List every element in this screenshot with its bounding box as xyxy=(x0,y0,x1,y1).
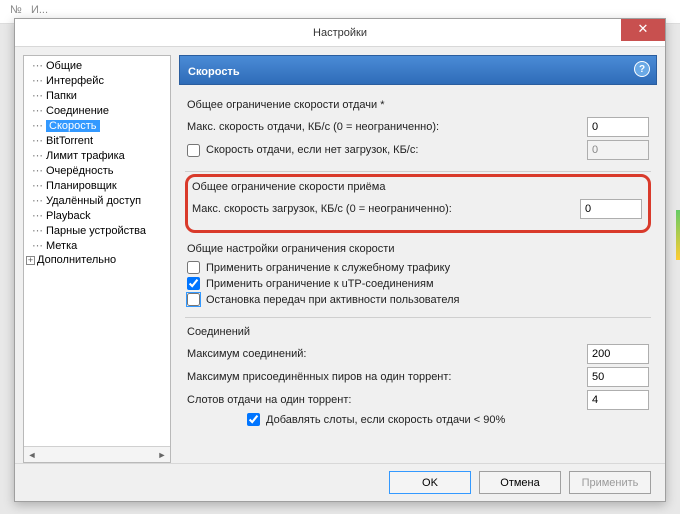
sidebar-item-label: Интерфейс xyxy=(46,75,104,87)
bg-col: № И... xyxy=(0,0,58,20)
sidebar-item-label: Общие xyxy=(46,60,82,72)
tree-dots-icon: ⋯ xyxy=(32,75,44,87)
tree-dots-icon: ⋯ xyxy=(32,105,44,117)
sidebar-item-label: Метка xyxy=(46,240,77,252)
tree-dots-icon: ⋯ xyxy=(32,150,44,162)
sidebar-item-10[interactable]: ⋯Playback xyxy=(24,208,170,223)
sidebar-item-13[interactable]: +Дополнительно xyxy=(24,253,170,267)
tree-dots-icon: ⋯ xyxy=(32,165,44,177)
window-title: Настройки xyxy=(313,27,367,39)
conn-max-input[interactable] xyxy=(587,344,649,364)
group-conn-title: Соединений xyxy=(187,326,649,338)
ok-button[interactable]: OK xyxy=(389,471,471,494)
overhead-label: Применить ограничение к служебному трафи… xyxy=(206,262,450,274)
sidebar-scrollbar[interactable]: ◄ ► xyxy=(24,446,170,462)
upload-alt-checkbox[interactable] xyxy=(187,144,200,157)
sidebar-item-4[interactable]: ⋯Скорость xyxy=(24,118,170,133)
dialog-footer: OK Отмена Применить xyxy=(15,463,665,501)
conn-slots-label: Слотов отдачи на один торрент: xyxy=(187,394,587,406)
group-upload-title: Общее ограничение скорости отдачи * xyxy=(187,99,649,111)
sidebar-item-label: BitTorrent xyxy=(46,135,93,147)
bg-decor xyxy=(676,210,680,260)
sidebar-item-2[interactable]: ⋯Папки xyxy=(24,88,170,103)
sidebar-item-label: Playback xyxy=(46,210,91,222)
tree-dots-icon: ⋯ xyxy=(32,120,44,132)
group-connections: Соединений Максимум соединений: Максимум… xyxy=(185,320,651,437)
scroll-left-icon[interactable]: ◄ xyxy=(24,448,40,462)
scroll-right-icon[interactable]: ► xyxy=(154,448,170,462)
conn-peers-input[interactable] xyxy=(587,367,649,387)
conn-slots-input[interactable] xyxy=(587,390,649,410)
group-download-title: Общее ограничение скорости приёма xyxy=(192,181,642,193)
tree-dots-icon: ⋯ xyxy=(32,60,44,72)
sidebar-item-label: Дополнительно xyxy=(37,254,116,266)
tree-dots-icon: ⋯ xyxy=(32,240,44,252)
section-header: Скорость ? xyxy=(179,55,657,85)
sidebar-item-label: Планировщик xyxy=(46,180,117,192)
sidebar-item-label: Очерёдность xyxy=(46,165,114,177)
tree-dots-icon: ⋯ xyxy=(32,225,44,237)
sidebar-item-label: Лимит трафика xyxy=(46,150,125,162)
upload-max-input[interactable] xyxy=(587,117,649,137)
stop-label: Остановка передач при активности пользов… xyxy=(206,294,459,306)
help-icon[interactable]: ? xyxy=(634,61,650,77)
download-max-label: Макс. скорость загрузок, КБ/с (0 = неогр… xyxy=(192,203,580,215)
sidebar-item-label: Парные устройства xyxy=(46,225,146,237)
sidebar-item-12[interactable]: ⋯Метка xyxy=(24,238,170,253)
download-max-input[interactable] xyxy=(580,199,642,219)
settings-dialog: Настройки ✕ ⋯Общие⋯Интерфейс⋯Папки⋯Соеди… xyxy=(14,18,666,502)
close-button[interactable]: ✕ xyxy=(621,19,665,41)
group-download-highlight: Общее ограничение скорости приёма Макс. … xyxy=(185,174,651,233)
sidebar-item-label: Удалённый доступ xyxy=(46,195,141,207)
apply-button[interactable]: Применить xyxy=(569,471,651,494)
expand-icon[interactable]: + xyxy=(26,256,35,265)
sidebar-item-3[interactable]: ⋯Соединение xyxy=(24,103,170,118)
extra-slots-checkbox[interactable] xyxy=(247,413,260,426)
conn-max-label: Максимум соединений: xyxy=(187,348,587,360)
sidebar-item-11[interactable]: ⋯Парные устройства xyxy=(24,223,170,238)
section-title: Скорость xyxy=(188,66,240,78)
overhead-checkbox[interactable] xyxy=(187,261,200,274)
tree-dots-icon: ⋯ xyxy=(32,180,44,192)
upload-alt-input xyxy=(587,140,649,160)
tree-dots-icon: ⋯ xyxy=(32,210,44,222)
tree-dots-icon: ⋯ xyxy=(32,90,44,102)
sidebar-item-8[interactable]: ⋯Планировщик xyxy=(24,178,170,193)
conn-peers-label: Максимум присоединённых пиров на один то… xyxy=(187,371,587,383)
sidebar-item-label: Соединение xyxy=(46,105,109,117)
sidebar-item-9[interactable]: ⋯Удалённый доступ xyxy=(24,193,170,208)
group-upload: Общее ограничение скорости отдачи * Макс… xyxy=(185,93,651,172)
upload-alt-label: Скорость отдачи, если нет загрузок, КБ/с… xyxy=(206,144,418,156)
sidebar: ⋯Общие⋯Интерфейс⋯Папки⋯Соединение⋯Скорос… xyxy=(23,55,171,463)
utp-label: Применить ограничение к uTP-соединениям xyxy=(206,278,434,290)
extra-slots-label: Добавлять слоты, если скорость отдачи < … xyxy=(266,414,505,426)
nav-tree: ⋯Общие⋯Интерфейс⋯Папки⋯Соединение⋯Скорос… xyxy=(24,56,170,446)
sidebar-item-7[interactable]: ⋯Очерёдность xyxy=(24,163,170,178)
sidebar-item-6[interactable]: ⋯Лимит трафика xyxy=(24,148,170,163)
titlebar: Настройки ✕ xyxy=(15,19,665,47)
group-global: Общие настройки ограничения скорости При… xyxy=(185,237,651,318)
utp-checkbox[interactable] xyxy=(187,277,200,290)
cancel-button[interactable]: Отмена xyxy=(479,471,561,494)
sidebar-item-label: Скорость xyxy=(46,120,100,132)
tree-dots-icon: ⋯ xyxy=(32,135,44,147)
content-pane: Скорость ? Общее ограничение скорости от… xyxy=(179,55,657,463)
sidebar-item-0[interactable]: ⋯Общие xyxy=(24,58,170,73)
sidebar-item-5[interactable]: ⋯BitTorrent xyxy=(24,133,170,148)
tree-dots-icon: ⋯ xyxy=(32,195,44,207)
group-global-title: Общие настройки ограничения скорости xyxy=(187,243,649,255)
sidebar-item-1[interactable]: ⋯Интерфейс xyxy=(24,73,170,88)
stop-checkbox[interactable] xyxy=(187,293,200,306)
sidebar-item-label: Папки xyxy=(46,90,77,102)
upload-max-label: Макс. скорость отдачи, КБ/с (0 = неогран… xyxy=(187,121,587,133)
